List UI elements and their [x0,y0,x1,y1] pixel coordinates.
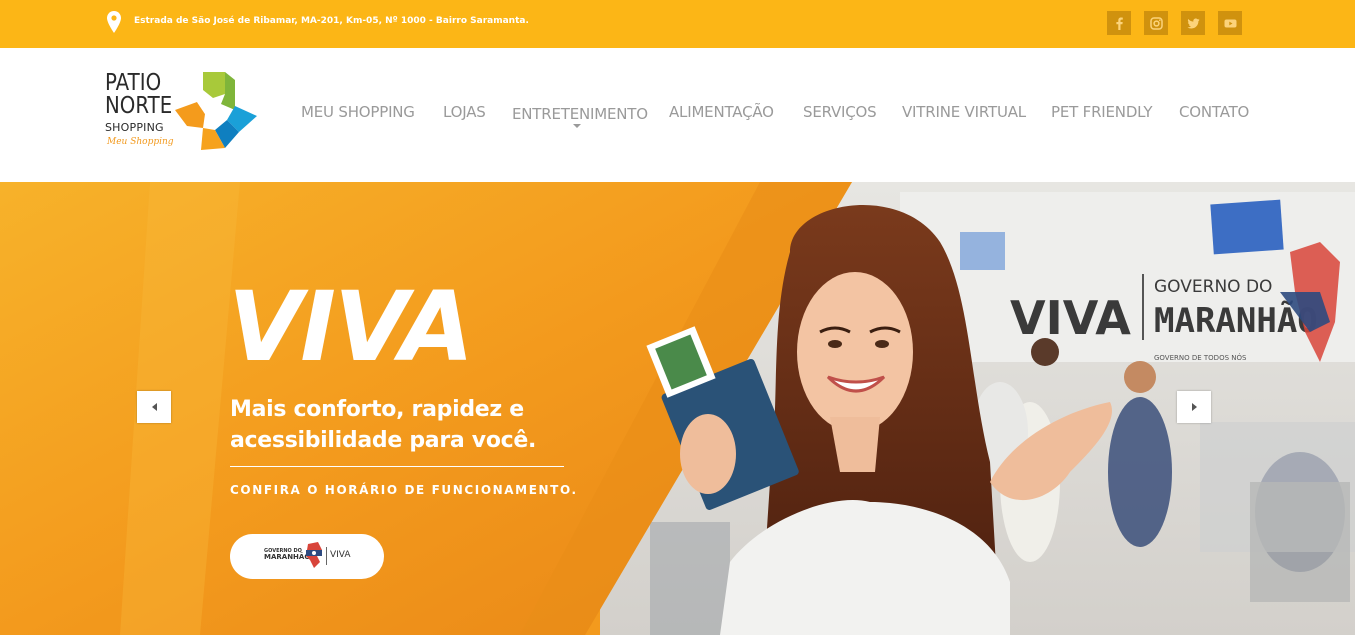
logo-line-patio: PATIO [105,70,162,96]
facebook-link[interactable] [1107,11,1131,35]
badge-viva-text: VIVA [330,550,351,560]
badge-separator [326,547,327,565]
hero-cta-text[interactable]: CONFIRA O HORÁRIO DE FUNCIONAMENTO. [230,483,578,497]
hero-subtitle-line1: Mais conforto, rapidez e [230,397,524,422]
nav-contato[interactable]: CONTATO [1179,103,1249,121]
site-logo[interactable]: PATIO NORTE SHOPPING Meu Shopping [105,70,265,155]
site-header: PATIO NORTE SHOPPING Meu Shopping MEU SH… [0,48,1355,182]
hero-background-image: VIVA GOVERNO DO MARANHÃO GOVERNO DE TODO… [0,182,1355,635]
logo-tagline: Meu Shopping [107,137,174,147]
top-bar: Estrada de São José de Ribamar, MA-201, … [0,0,1355,48]
governo-viva-badge[interactable]: GOVERNO DO MARANHÃO VIVA [230,534,384,579]
hero-subtitle-line2: acessibilidade para você. [230,428,537,453]
chevron-left-icon [151,403,157,411]
wall-sign-gov1: GOVERNO DO [1154,277,1272,297]
hero-divider [230,466,564,467]
nav-lojas[interactable]: LOJAS [443,103,486,121]
youtube-icon [1224,19,1236,27]
hero-subtitle: Mais conforto, rapidez e acessibilidade … [230,394,536,456]
instagram-link[interactable] [1144,11,1168,35]
nav-pet-friendly[interactable]: PET FRIENDLY [1051,103,1153,121]
nav-entretenimento[interactable]: ENTRETENIMENTO [512,105,648,123]
nav-servicos[interactable]: SERVIÇOS [803,103,877,121]
slider-prev-button[interactable] [137,391,171,423]
wall-sign-gov3: GOVERNO DE TODOS NÓS [1154,353,1247,362]
nav-alimentacao[interactable]: ALIMENTAÇÃO [669,103,774,121]
twitter-link[interactable] [1181,11,1205,35]
slider-next-button[interactable] [1177,391,1211,423]
instagram-icon [1149,16,1163,30]
wall-sign-viva: VIVA [1010,291,1131,345]
chevron-right-icon [1191,403,1197,411]
nav-meu-shopping[interactable]: MEU SHOPPING [301,103,415,121]
location-pin-icon [107,11,121,33]
hero-banner[interactable]: VIVA GOVERNO DO MARANHÃO GOVERNO DE TODO… [0,182,1355,635]
maranhao-flag-icon [306,542,322,568]
twitter-icon [1187,18,1199,28]
youtube-link[interactable] [1218,11,1242,35]
address-text: Estrada de São José de Ribamar, MA-201, … [134,16,529,26]
logo-line-norte: NORTE [105,93,173,119]
nav-vitrine-virtual[interactable]: VITRINE VIRTUAL [902,103,1026,121]
logo-line-shopping: SHOPPING [105,121,164,134]
hero-headline: VIVA [228,271,474,383]
facebook-icon [1115,17,1123,30]
logo-mark-icon [175,72,257,150]
chevron-down-icon [573,124,581,128]
